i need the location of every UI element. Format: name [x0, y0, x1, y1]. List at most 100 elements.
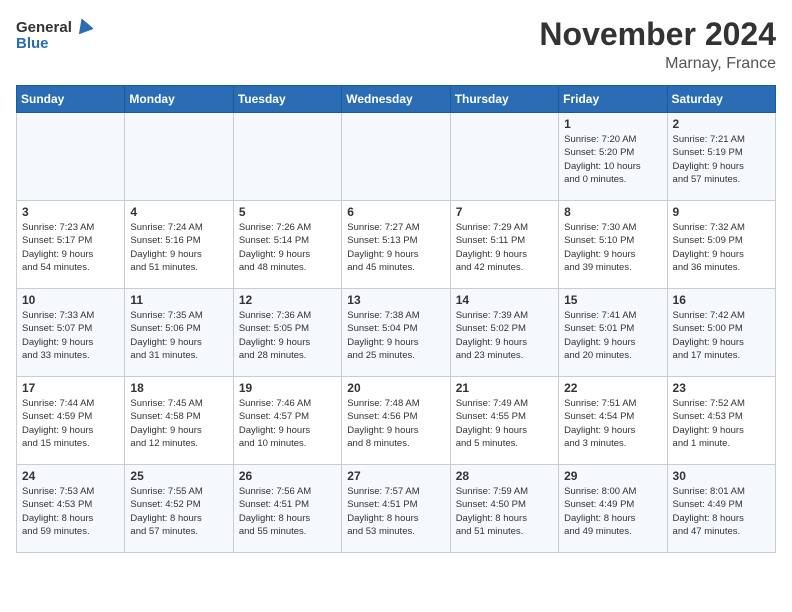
day-number: 15: [564, 293, 661, 307]
calendar-cell: 11 Sunrise: 7:35 AM Sunset: 5:06 PM Dayli…: [125, 289, 233, 377]
calendar-cell: 20Sunrise: 7:48 AM Sunset: 4:56 PM Dayli…: [342, 377, 450, 465]
day-info: Sunrise: 7:39 AM Sunset: 5:02 PM Dayligh…: [456, 309, 553, 362]
day-number: 18: [130, 381, 227, 395]
day-number: 7: [456, 205, 553, 219]
day-of-week-header: Thursday: [450, 86, 558, 113]
calendar-cell: 17Sunrise: 7:44 AM Sunset: 4:59 PM Dayli…: [17, 377, 125, 465]
day-info: Sunrise: 7:27 AM Sunset: 5:13 PM Dayligh…: [347, 221, 444, 274]
calendar-cell: [17, 113, 125, 201]
calendar-cell: 9 Sunrise: 7:32 AM Sunset: 5:09 PM Daylig…: [667, 201, 775, 289]
page-subtitle: Marnay, France: [539, 55, 776, 73]
calendar-cell: 7 Sunrise: 7:29 AM Sunset: 5:11 PM Daylig…: [450, 201, 558, 289]
day-number: 11: [130, 293, 227, 307]
calendar-cell: 25Sunrise: 7:55 AM Sunset: 4:52 PM Dayli…: [125, 465, 233, 553]
day-number: 2: [673, 117, 770, 131]
day-info: Sunrise: 7:36 AM Sunset: 5:05 PM Dayligh…: [239, 309, 336, 362]
day-number: 24: [22, 469, 119, 483]
day-info: Sunrise: 7:32 AM Sunset: 5:09 PM Dayligh…: [673, 221, 770, 274]
calendar-cell: 27 Sunrise: 7:57 AM Sunset: 4:51 PM Dayli…: [342, 465, 450, 553]
day-number: 22: [564, 381, 661, 395]
day-number: 14: [456, 293, 553, 307]
calendar-cell: 26 Sunrise: 7:56 AM Sunset: 4:51 PM Dayli…: [233, 465, 341, 553]
calendar-cell: [342, 113, 450, 201]
day-number: 6: [347, 205, 444, 219]
page-header: General Blue November 2024 Marnay, Franc…: [16, 16, 776, 73]
day-number: 3: [22, 205, 119, 219]
calendar-table: SundayMondayTuesdayWednesdayThursdayFrid…: [16, 85, 776, 553]
day-of-week-header: Tuesday: [233, 86, 341, 113]
logo: General Blue: [16, 16, 93, 52]
day-number: 8: [564, 205, 661, 219]
day-info: Sunrise: 7:23 AM Sunset: 5:17 PM Dayligh…: [22, 221, 119, 274]
day-number: 9: [673, 205, 770, 219]
logo-blue-text: Blue: [16, 35, 49, 52]
calendar-cell: [450, 113, 558, 201]
calendar-cell: 22 Sunrise: 7:51 AM Sunset: 4:54 PM Dayli…: [559, 377, 667, 465]
day-number: 21: [456, 381, 553, 395]
calendar-cell: 30Sunrise: 8:01 AM Sunset: 4:49 PM Dayli…: [667, 465, 775, 553]
day-info: Sunrise: 7:53 AM Sunset: 4:53 PM Dayligh…: [22, 485, 119, 538]
day-info: Sunrise: 7:41 AM Sunset: 5:01 PM Dayligh…: [564, 309, 661, 362]
day-number: 29: [564, 469, 661, 483]
calendar-cell: 2 Sunrise: 7:21 AM Sunset: 5:19 PM Daylig…: [667, 113, 775, 201]
day-info: Sunrise: 7:59 AM Sunset: 4:50 PM Dayligh…: [456, 485, 553, 538]
calendar-cell: 3 Sunrise: 7:23 AM Sunset: 5:17 PM Daylig…: [17, 201, 125, 289]
day-number: 30: [673, 469, 770, 483]
day-info: Sunrise: 7:30 AM Sunset: 5:10 PM Dayligh…: [564, 221, 661, 274]
day-info: Sunrise: 7:57 AM Sunset: 4:51 PM Dayligh…: [347, 485, 444, 538]
day-info: Sunrise: 7:26 AM Sunset: 5:14 PM Dayligh…: [239, 221, 336, 274]
day-info: Sunrise: 7:20 AM Sunset: 5:20 PM Dayligh…: [564, 133, 661, 186]
calendar-cell: 8 Sunrise: 7:30 AM Sunset: 5:10 PM Daylig…: [559, 201, 667, 289]
day-info: Sunrise: 7:38 AM Sunset: 5:04 PM Dayligh…: [347, 309, 444, 362]
calendar-week-row: 17Sunrise: 7:44 AM Sunset: 4:59 PM Dayli…: [17, 377, 776, 465]
calendar-cell: 18Sunrise: 7:45 AM Sunset: 4:58 PM Dayli…: [125, 377, 233, 465]
day-of-week-header: Monday: [125, 86, 233, 113]
calendar-week-row: 3 Sunrise: 7:23 AM Sunset: 5:17 PM Daylig…: [17, 201, 776, 289]
day-number: 12: [239, 293, 336, 307]
day-info: Sunrise: 7:29 AM Sunset: 5:11 PM Dayligh…: [456, 221, 553, 274]
day-info: Sunrise: 7:21 AM Sunset: 5:19 PM Dayligh…: [673, 133, 770, 186]
page-title: November 2024: [539, 16, 776, 53]
day-info: Sunrise: 7:56 AM Sunset: 4:51 PM Dayligh…: [239, 485, 336, 538]
day-number: 20: [347, 381, 444, 395]
day-number: 1: [564, 117, 661, 131]
day-info: Sunrise: 7:42 AM Sunset: 5:00 PM Dayligh…: [673, 309, 770, 362]
day-info: Sunrise: 7:46 AM Sunset: 4:57 PM Dayligh…: [239, 397, 336, 450]
day-info: Sunrise: 7:51 AM Sunset: 4:54 PM Dayligh…: [564, 397, 661, 450]
day-info: Sunrise: 7:44 AM Sunset: 4:59 PM Dayligh…: [22, 397, 119, 450]
day-info: Sunrise: 7:35 AM Sunset: 5:06 PM Dayligh…: [130, 309, 227, 362]
calendar-cell: 23Sunrise: 7:52 AM Sunset: 4:53 PM Dayli…: [667, 377, 775, 465]
logo-triangle-icon: [75, 16, 93, 34]
day-info: Sunrise: 8:00 AM Sunset: 4:49 PM Dayligh…: [564, 485, 661, 538]
calendar-week-row: 10 Sunrise: 7:33 AM Sunset: 5:07 PM Dayli…: [17, 289, 776, 377]
calendar-header-row: SundayMondayTuesdayWednesdayThursdayFrid…: [17, 86, 776, 113]
calendar-cell: 5 Sunrise: 7:26 AM Sunset: 5:14 PM Daylig…: [233, 201, 341, 289]
calendar-cell: 13 Sunrise: 7:38 AM Sunset: 5:04 PM Dayli…: [342, 289, 450, 377]
calendar-cell: [233, 113, 341, 201]
day-number: 26: [239, 469, 336, 483]
day-number: 10: [22, 293, 119, 307]
calendar-week-row: 24 Sunrise: 7:53 AM Sunset: 4:53 PM Dayli…: [17, 465, 776, 553]
day-number: 16: [673, 293, 770, 307]
day-of-week-header: Friday: [559, 86, 667, 113]
day-number: 19: [239, 381, 336, 395]
calendar-cell: 6 Sunrise: 7:27 AM Sunset: 5:13 PM Daylig…: [342, 201, 450, 289]
calendar-cell: 14 Sunrise: 7:39 AM Sunset: 5:02 PM Dayli…: [450, 289, 558, 377]
day-number: 4: [130, 205, 227, 219]
day-info: Sunrise: 7:52 AM Sunset: 4:53 PM Dayligh…: [673, 397, 770, 450]
calendar-cell: 21 Sunrise: 7:49 AM Sunset: 4:55 PM Dayli…: [450, 377, 558, 465]
calendar-cell: 28Sunrise: 7:59 AM Sunset: 4:50 PM Dayli…: [450, 465, 558, 553]
calendar-cell: 15 Sunrise: 7:41 AM Sunset: 5:01 PM Dayli…: [559, 289, 667, 377]
day-info: Sunrise: 7:49 AM Sunset: 4:55 PM Dayligh…: [456, 397, 553, 450]
calendar-cell: 10 Sunrise: 7:33 AM Sunset: 5:07 PM Dayli…: [17, 289, 125, 377]
day-of-week-header: Saturday: [667, 86, 775, 113]
calendar-week-row: 1 Sunrise: 7:20 AM Sunset: 5:20 PM Daylig…: [17, 113, 776, 201]
day-number: 13: [347, 293, 444, 307]
day-info: Sunrise: 7:33 AM Sunset: 5:07 PM Dayligh…: [22, 309, 119, 362]
day-number: 27: [347, 469, 444, 483]
calendar-cell: 16 Sunrise: 7:42 AM Sunset: 5:00 PM Dayli…: [667, 289, 775, 377]
day-number: 25: [130, 469, 227, 483]
day-number: 5: [239, 205, 336, 219]
calendar-cell: 24 Sunrise: 7:53 AM Sunset: 4:53 PM Dayli…: [17, 465, 125, 553]
calendar-cell: 12 Sunrise: 7:36 AM Sunset: 5:05 PM Dayli…: [233, 289, 341, 377]
